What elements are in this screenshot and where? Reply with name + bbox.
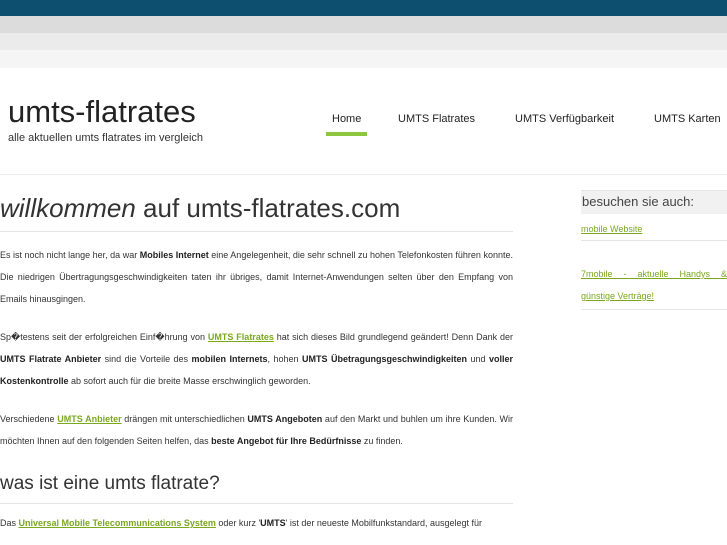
section-divider bbox=[0, 503, 513, 504]
nav-item-umts-flatrates[interactable]: UMTS Flatrates bbox=[398, 113, 475, 125]
umts-flatrates-link[interactable]: UMTS Flatrates bbox=[208, 332, 274, 342]
header-band bbox=[0, 33, 727, 50]
page-title-rest: auf umts-flatrates.com bbox=[135, 193, 401, 223]
mobile-website-link[interactable]: mobile Website bbox=[581, 224, 727, 234]
nav-item-home[interactable]: Home bbox=[325, 113, 368, 136]
sidebar: besuchen sie auch: mobile Website 7mobil… bbox=[581, 190, 727, 310]
header-divider bbox=[0, 174, 727, 175]
main-nav: Home UMTS Flatrates UMTS Verfügbarkeit U… bbox=[0, 113, 727, 143]
sidebar-divider bbox=[581, 309, 727, 310]
page-title: willkommen auf umts-flatrates.com bbox=[0, 195, 513, 221]
page-title-emphasis: willkommen bbox=[0, 193, 136, 223]
umts-system-link[interactable]: Universal Mobile Telecommunications Syst… bbox=[19, 518, 216, 528]
sidebar-7mobile-text: 7mobile - aktuelle Handys & günstige Ver… bbox=[581, 263, 727, 307]
nav-item-umts-verfuegbarkeit[interactable]: UMTS Verfügbarkeit bbox=[515, 113, 614, 125]
main-content: willkommen auf umts-flatrates.com Es ist… bbox=[0, 195, 513, 534]
sidebar-heading: besuchen sie auch: bbox=[581, 190, 727, 214]
nav-item-umts-karten[interactable]: UMTS Karten bbox=[654, 113, 721, 125]
header-band bbox=[0, 50, 727, 68]
umts-paragraph: Das Universal Mobile Telecommunications … bbox=[0, 518, 483, 528]
header-band bbox=[0, 16, 727, 33]
intro-paragraph: Es ist noch nicht lange her, da war Mobi… bbox=[0, 250, 513, 304]
7mobile-link[interactable]: 7mobile - aktuelle Handys & günstige Ver… bbox=[581, 269, 727, 301]
flatrate-paragraph: Sp�testens seit der erfolgreichen Einf�h… bbox=[0, 332, 513, 386]
top-bar bbox=[0, 0, 727, 16]
umts-anbieter-link[interactable]: UMTS Anbieter bbox=[57, 414, 121, 424]
section-heading: was ist eine umts flatrate? bbox=[0, 473, 220, 494]
providers-paragraph: Verschiedene UMTS Anbieter drängen mit u… bbox=[0, 414, 513, 446]
